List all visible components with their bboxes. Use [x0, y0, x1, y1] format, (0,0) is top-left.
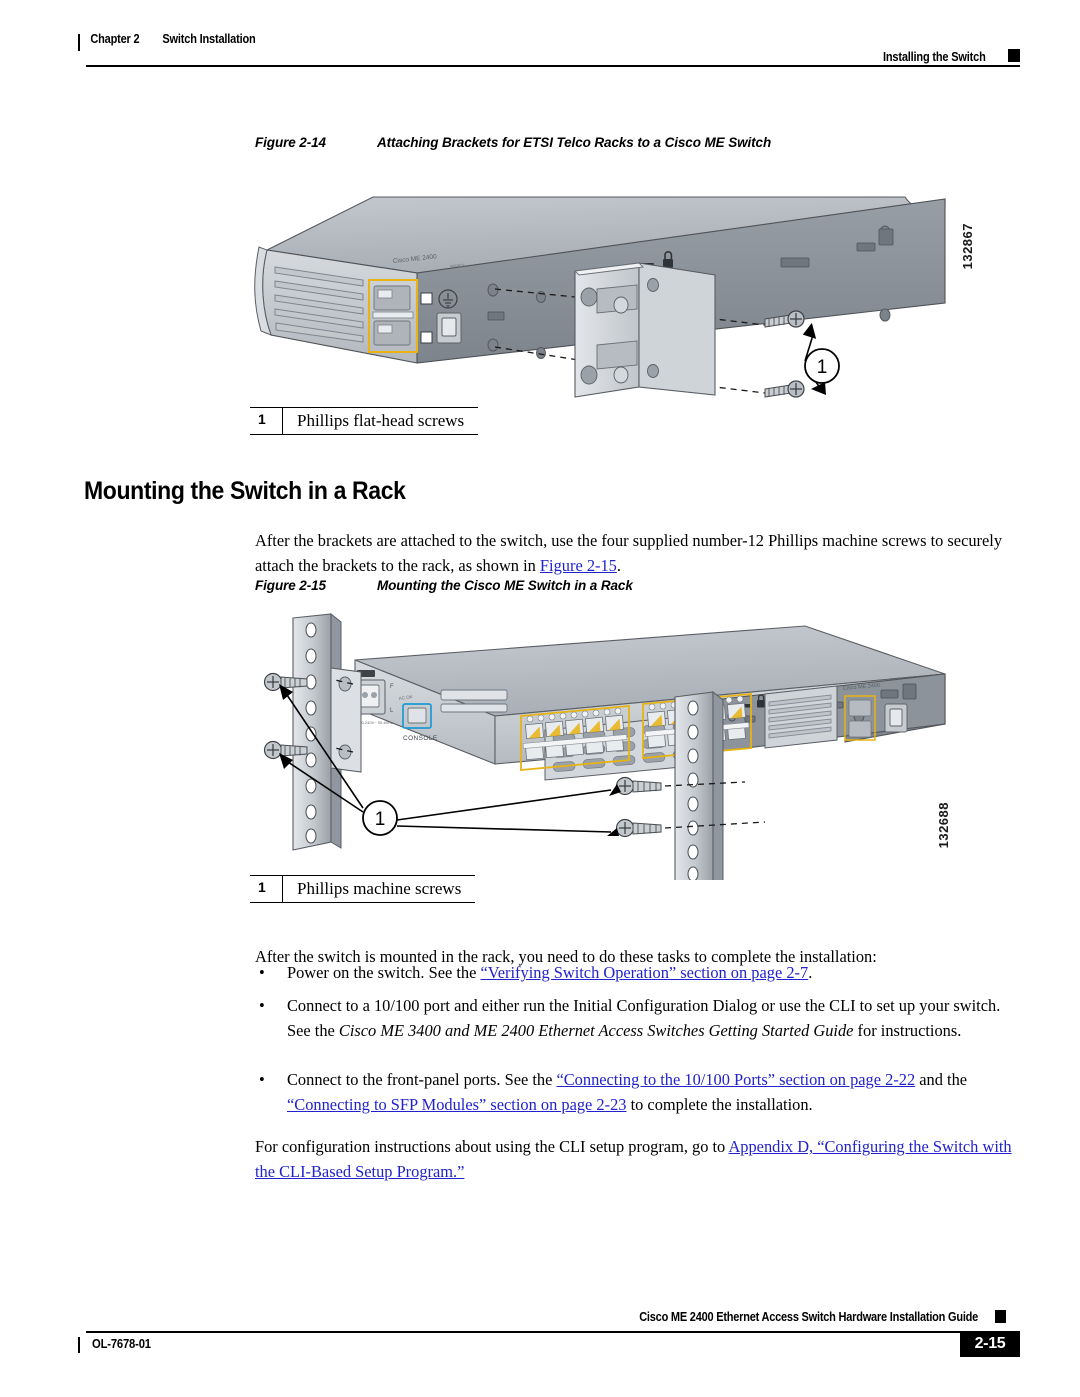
footer-rule	[86, 1331, 1020, 1333]
page-footer: Cisco ME 2400 Ethernet Access Switch Har…	[78, 1310, 1020, 1370]
task-bullet-power-on: • Power on the switch. See the “Verifyin…	[255, 960, 1023, 985]
figure-2-15-caption: Figure 2-15 Mounting the Cisco ME Switch …	[255, 578, 633, 593]
figure-2-14-legend: 1 Phillips flat-head screws	[250, 407, 479, 435]
task-bullet-front-panel-ports: • Connect to the front-panel ports. See …	[255, 1067, 1023, 1117]
header-square-marker	[1008, 49, 1020, 62]
header-chapter-number: Chapter 2	[90, 32, 140, 46]
figure-2-15-art-id: 132688	[936, 802, 951, 849]
task-bullet-connect-10-100: • Connect to a 10/100 port and either ru…	[255, 993, 1023, 1043]
task-bullet-3-text-pre: Connect to the front-panel ports. See th…	[287, 1070, 557, 1089]
task-bullet-3-text-mid: and the	[915, 1070, 968, 1089]
svg-text:100-240V~ 50-60Hz: 100-240V~ 50-60Hz	[357, 720, 393, 725]
section-intro-text-2: .	[616, 556, 621, 576]
closing-paragraph: For configuration instructions about usi…	[255, 1134, 1023, 1184]
closing-text-pre: For configuration instructions about usi…	[255, 1137, 729, 1157]
footer-document-id: OL-7678-01	[92, 1337, 151, 1351]
page-header: Chapter 2 Switch Installation Installing…	[78, 32, 1020, 78]
header-section-title: Installing the Switch	[883, 50, 986, 64]
header-rule	[86, 65, 1020, 67]
figure-2-14-legend-number: 1	[258, 411, 266, 427]
figure-2-15-number: Figure 2-15	[255, 578, 326, 593]
page-title: Mounting the Switch in a Rack	[84, 476, 406, 505]
svg-text:CONSOLE: CONSOLE	[403, 735, 438, 742]
svg-text:F: F	[390, 684, 394, 690]
rack-rail-left	[292, 612, 362, 851]
figure-2-15-legend: 1 Phillips machine screws	[250, 875, 476, 903]
task-bullet-1-text-post: .	[808, 963, 813, 982]
bullet-marker: •	[259, 1070, 265, 1089]
footer-page-number: 2-15	[960, 1331, 1020, 1357]
header-chapter-group: Chapter 2 Switch Installation	[78, 32, 256, 46]
footer-guide-title: Cisco ME 2400 Ethernet Access Switch Har…	[639, 1310, 978, 1324]
task-bullet-3-text-post: to complete the installation.	[626, 1095, 813, 1114]
figure-2-14-callout-text: 1	[817, 357, 828, 378]
task-bullet-1-text-pre: Power on the switch. See the	[287, 963, 481, 982]
link-connecting-sfp-modules[interactable]: “Connecting to SFP Modules” section on p…	[287, 1095, 626, 1114]
link-connecting-10-100-ports[interactable]: “Connecting to the 10/100 Ports” section…	[556, 1070, 915, 1089]
bullet-marker: •	[259, 963, 265, 982]
figure-2-14-number: Figure 2-14	[255, 135, 326, 150]
figure-2-14-illustration: Cisco ME 2400 SERIES 1 132867	[245, 185, 985, 405]
figure-2-15-title: Mounting the Cisco ME Switch in a Rack	[377, 578, 633, 593]
figure-2-14-title: Attaching Brackets for ETSI Telco Racks …	[377, 135, 772, 150]
link-verifying-switch-operation[interactable]: “Verifying Switch Operation” section on …	[480, 963, 808, 982]
figure-2-14-caption: Figure 2-14 Attaching Brackets for ETSI T…	[255, 135, 771, 150]
footer-square-marker	[995, 1310, 1006, 1323]
bullet-marker: •	[259, 996, 265, 1015]
link-figure-2-15[interactable]: Figure 2-15	[540, 556, 617, 575]
figure-2-15-illustration: F L AC OK 100-240V~ 50-60Hz CONSOLE Cisc…	[245, 612, 985, 880]
figure-2-14-art-id: 132867	[960, 223, 975, 270]
figure-2-15-callout-text: 1	[375, 809, 386, 830]
section-intro-paragraph: After the brackets are attached to the s…	[255, 528, 1023, 578]
figure-2-15-legend-text: Phillips machine screws	[282, 876, 475, 902]
rack-rail-far-right	[705, 691, 743, 880]
footer-left-tick	[78, 1337, 80, 1353]
header-chapter-title: Switch Installation	[162, 32, 256, 46]
task-bullet-2-text-post: for instructions.	[853, 1021, 962, 1040]
figure-2-14-legend-text: Phillips flat-head screws	[282, 408, 478, 434]
section-intro-text-1: After the brackets are attached to the s…	[255, 531, 1003, 576]
task-bullet-2-guide-title: Cisco ME 3400 and ME 2400 Ethernet Acces…	[338, 1021, 854, 1040]
figure-2-15-legend-number: 1	[258, 879, 266, 895]
